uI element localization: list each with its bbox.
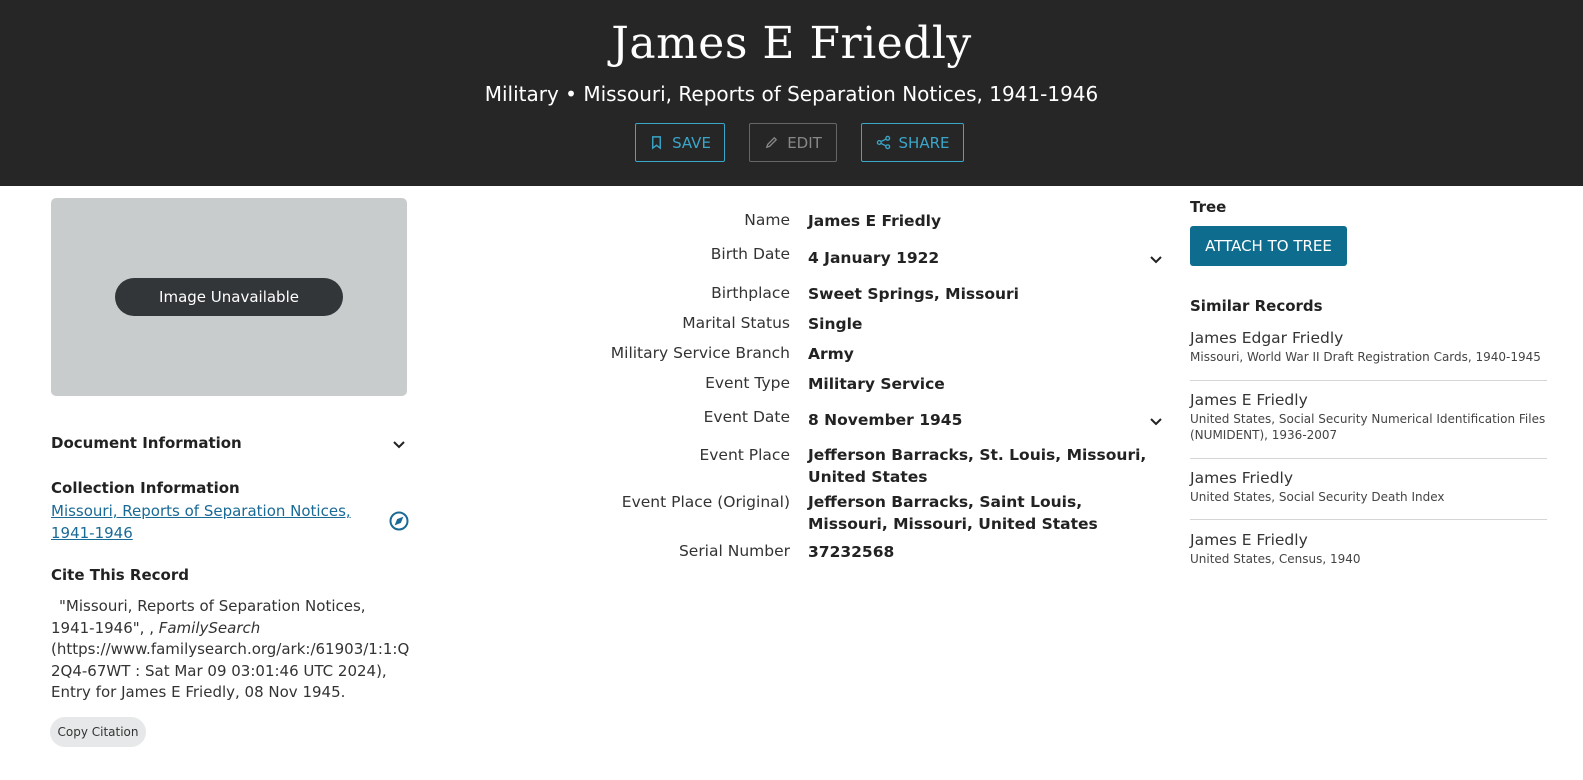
fact-value: 8 November 1945 [808,411,963,429]
similar-record-item[interactable]: James Friedly United States, Social Secu… [1190,467,1547,505]
fact-value: Jefferson Barracks, St. Louis, Missouri,… [808,446,1147,486]
save-label: SAVE [672,133,711,152]
fact-value: Jefferson Barracks, Saint Louis, Missour… [808,493,1098,533]
document-information-toggle[interactable]: Document Information [51,434,411,456]
share-button[interactable]: SHARE [861,123,964,162]
citation-line: (https://www.familysearch.org/ark:/61903… [51,640,410,658]
fact-value: Sweet Springs, Missouri [808,285,1019,303]
document-information-label: Document Information [51,434,242,452]
chevron-down-icon[interactable] [1148,413,1164,429]
divider [1190,519,1547,520]
fact-label: Event Place (Original) [621,493,790,511]
edit-button[interactable]: EDIT [749,123,837,162]
citation-line: Entry for James E Friedly, 08 Nov 1945. [51,683,346,701]
record-image-placeholder: Image Unavailable [51,198,407,396]
fact-value: Army [808,345,854,363]
attach-to-tree-button[interactable]: ATTACH TO TREE [1190,226,1347,266]
fact-label: Event Date [703,408,790,426]
fact-value: James E Friedly [808,212,942,230]
similar-record-item[interactable]: James E Friedly United States, Social Se… [1190,389,1547,443]
edit-label: EDIT [787,133,822,152]
similar-record-name[interactable]: James E Friedly [1190,529,1547,551]
pencil-icon [765,136,778,149]
fact-label: Military Service Branch [610,344,790,362]
citation-line: 2Q4-67WT : Sat Mar 09 03:01:46 UTC 2024)… [51,661,387,680]
similar-record-name[interactable]: James Friedly [1190,467,1547,489]
collection-link-line1: Missouri, Reports of Separation Notices, [51,502,351,520]
fact-label: Serial Number [678,542,790,560]
image-unavailable-badge: Image Unavailable [115,278,343,316]
fact-value: 37232568 [808,543,895,561]
compass-icon[interactable] [388,510,410,532]
fact-label: Name [744,211,790,229]
page-title: James E Friedly [611,18,972,69]
save-button[interactable]: SAVE [635,123,725,162]
collection-link-line2: 1941-1946 [51,524,133,542]
share-icon [876,135,890,150]
tree-heading: Tree [1190,198,1227,216]
similar-record-collection: United States, Social Security Death Ind… [1190,490,1445,504]
citation-text: "Missouri, Reports of Separation Notices… [51,596,411,704]
similar-record-name[interactable]: James Edgar Friedly [1190,327,1547,349]
bookmark-icon [652,136,662,150]
divider [1190,458,1547,459]
share-label: SHARE [898,133,950,152]
fact-label: Birth Date [710,245,790,263]
record-header: James E Friedly Military • Missouri, Rep… [0,0,1583,186]
chevron-down-icon [393,441,405,449]
fact-label: Birthplace [711,284,790,302]
similar-record-name[interactable]: James E Friedly [1190,389,1547,411]
chevron-down-icon[interactable] [1148,251,1164,267]
citation-line: "Missouri, Reports of Separation Notices… [59,597,366,615]
similar-record-item[interactable]: James E Friedly United States, Census, 1… [1190,529,1547,567]
fact-label: Event Type [705,374,790,392]
copy-citation-button[interactable]: Copy Citation [50,717,146,747]
fact-value: Military Service [808,375,945,393]
similar-record-collection: United States, Census, 1940 [1190,552,1361,566]
similar-record-item[interactable]: James Edgar Friedly Missouri, World War … [1190,327,1547,365]
similar-record-collection: United States, Social Security Numerical… [1190,412,1546,442]
similar-record-collection: Missouri, World War II Draft Registratio… [1190,350,1541,364]
cite-record-heading: Cite This Record [51,566,189,584]
citation-line: 1941-1946", , [51,618,159,637]
fact-value: Single [808,315,863,333]
collection-link[interactable]: Missouri, Reports of Separation Notices,… [51,500,371,544]
fact-label: Event Place [699,446,790,464]
divider [1190,380,1547,381]
similar-records-heading: Similar Records [1190,297,1323,315]
citation-source: FamilySearch [158,618,261,637]
record-subtitle: Military • Missouri, Reports of Separati… [484,82,1099,106]
fact-value: 4 January 1922 [808,249,940,267]
fact-label: Marital Status [682,314,790,332]
collection-information-heading: Collection Information [51,479,240,497]
